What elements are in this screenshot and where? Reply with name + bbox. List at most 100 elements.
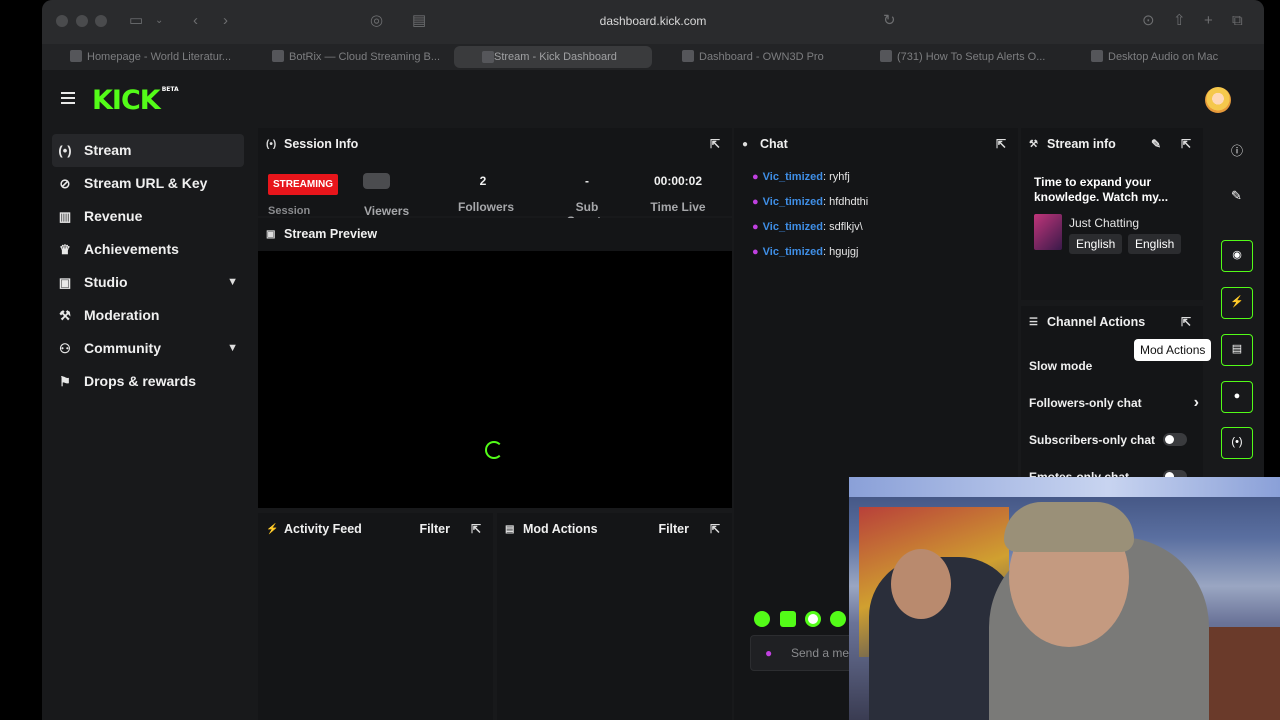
person-right <box>1209 627 1280 720</box>
chat-username[interactable]: Vic_timized <box>763 221 823 233</box>
kick-favicon-icon <box>482 51 494 63</box>
kick-logo[interactable]: KICK BETA <box>92 85 179 116</box>
followers-value: 2 <box>479 174 487 188</box>
tab-youtube-alerts[interactable]: (731) How To Setup Alerts O... <box>880 46 1060 68</box>
category-name[interactable]: Just Chatting <box>1069 216 1139 230</box>
tab-label: BotRix — Cloud Streaming B... <box>289 51 441 63</box>
sidebar-item-drops-rewards[interactable]: ⚑ Drops & rewards <box>52 365 244 398</box>
emote-icon[interactable] <box>780 611 796 627</box>
sidebar-item-achievements[interactable]: ♛ Achievements <box>52 233 244 266</box>
stream-preview-panel: ▣ Stream Preview <box>258 218 732 508</box>
tab-kick-dashboard[interactable]: Stream - Kick Dashboard <box>454 46 652 68</box>
tab-overview-icon[interactable]: ⧉ <box>1232 12 1243 30</box>
sidebar-item-moderation[interactable]: ⚒ Moderation <box>52 299 244 332</box>
quick-action-chat[interactable]: ● <box>1221 381 1253 413</box>
chevron-down-icon[interactable]: ▼ <box>227 332 238 365</box>
tag-chip[interactable]: English <box>1128 234 1182 254</box>
subscribers-only-label: Subscribers-only chat <box>1029 433 1156 447</box>
tab-botrix[interactable]: BotRix — Cloud Streaming B... <box>272 46 447 68</box>
sidebar-item-revenue[interactable]: ▥ Revenue <box>52 200 244 233</box>
tab-desktop-audio[interactable]: Desktop Audio on Mac <box>1091 46 1261 68</box>
bar-chart-icon: ▥ <box>58 209 72 224</box>
favicon-icon <box>272 50 284 62</box>
info-icon[interactable]: ⓘ <box>1231 142 1243 159</box>
emote-icon[interactable] <box>805 611 821 627</box>
chat-username[interactable]: Vic_timized <box>763 196 823 208</box>
chevron-down-icon[interactable]: ▼ <box>227 266 238 299</box>
followers-only-label: Followers-only chat <box>1029 396 1142 410</box>
address-bar[interactable]: dashboard.kick.com <box>42 14 1264 28</box>
tab-bar: Homepage - World Literatur... BotRix — C… <box>42 44 1264 70</box>
tab-own3d[interactable]: Dashboard - OWN3D Pro <box>682 46 857 68</box>
quick-action-camera[interactable]: ◉ <box>1221 240 1253 272</box>
stream-info-panel: ⚒ Stream info ✎ ⇱ Time to expand your knowl… <box>1021 128 1203 300</box>
session-info-panel: (•) Session Info ⇱ STREAMING Session Viewe… <box>258 128 732 228</box>
chat-username[interactable]: Vic_timized <box>763 171 823 183</box>
slow-mode-row[interactable]: Slow mode <box>1029 359 1199 373</box>
document-icon: ▤ <box>505 524 515 535</box>
beta-badge: BETA <box>161 86 179 93</box>
panel-title: Session Info <box>284 137 359 151</box>
sidebar-item-studio[interactable]: ▣ Studio ▼ <box>52 266 244 299</box>
session-label: Session <box>268 205 311 215</box>
popout-icon[interactable]: ⇱ <box>1181 128 1191 161</box>
new-tab-icon[interactable]: + <box>1204 12 1213 30</box>
panel-title: Mod Actions <box>523 522 598 536</box>
favicon-icon <box>1091 50 1103 62</box>
camera-icon: ◉ <box>1232 249 1242 261</box>
popout-icon[interactable]: ⇱ <box>471 513 481 546</box>
emote-icon[interactable] <box>830 611 846 627</box>
popout-icon[interactable]: ⇱ <box>710 513 720 546</box>
quick-action-broadcast[interactable]: (•) <box>1221 427 1253 459</box>
filter-button[interactable]: Filter <box>658 513 689 546</box>
users-icon: ⚇ <box>59 341 71 356</box>
subscribers-only-toggle[interactable] <box>1163 433 1187 446</box>
session-info-header: (•) Session Info ⇱ <box>258 128 732 161</box>
chat-bubble-icon: ● <box>1233 390 1241 402</box>
popout-icon[interactable]: ⇱ <box>1181 306 1191 339</box>
stream-preview-header: ▣ Stream Preview <box>258 218 732 251</box>
broadcast-icon: (•) <box>58 143 72 158</box>
tag-chip[interactable]: English <box>1069 234 1123 254</box>
chat-text: : sdflkjv\ <box>822 221 863 233</box>
sidebar-item-stream-url-key[interactable]: ⊘ Stream URL & Key <box>52 167 244 200</box>
followers-label: Followers <box>458 200 515 214</box>
popout-icon[interactable]: ⇱ <box>996 128 1006 161</box>
quick-action-mod-actions[interactable]: ▤ <box>1221 334 1253 366</box>
panel-title: Activity Feed <box>284 522 362 536</box>
menu-icon[interactable] <box>61 92 75 104</box>
tab-label: Desktop Audio on Mac <box>1108 51 1219 63</box>
edit-icon[interactable]: ✎ <box>1231 188 1242 204</box>
emote-icon[interactable] <box>754 611 770 627</box>
chevron-right-icon[interactable]: › <box>1194 394 1199 412</box>
tab-label: Homepage - World Literatur... <box>87 51 232 63</box>
chat-text: : hfdhdthi <box>822 196 869 208</box>
share-icon[interactable]: ⇧ <box>1173 12 1186 30</box>
subs-value: - <box>585 174 589 188</box>
sidebar-item-community[interactable]: ⚇ Community ▼ <box>52 332 244 365</box>
avatar[interactable] <box>1205 87 1231 113</box>
sidebar-item-label: Achievements <box>84 241 179 257</box>
download-icon[interactable]: ⊙ <box>1142 12 1155 30</box>
edit-icon[interactable]: ✎ <box>1151 128 1161 161</box>
logo-text: KICK <box>92 85 161 116</box>
sidebar-item-stream[interactable]: (•) Stream <box>52 134 244 167</box>
reload-icon[interactable]: ↻ <box>883 12 896 30</box>
chat-message: ● Vic_timized: sdflkjv\ <box>752 221 863 233</box>
sliders-icon: ☰ <box>1029 317 1038 328</box>
sidebar-item-label: Stream <box>84 142 132 158</box>
chat-username[interactable]: Vic_timized <box>763 246 823 258</box>
microphone-icon: ● <box>752 171 759 183</box>
favicon-icon <box>682 50 694 62</box>
popout-icon[interactable]: ⇱ <box>710 128 720 161</box>
film-icon: ▣ <box>58 275 72 290</box>
chat-input-placeholder: Send a me <box>791 646 850 660</box>
quick-action-lightning[interactable]: ⚡ <box>1221 287 1253 319</box>
chat-input[interactable]: ● Send a me <box>750 635 858 671</box>
channel-actions-header: ☰ Channel Actions ⇱ <box>1021 306 1203 339</box>
browser-toolbar: ▭ ⌄ ‹ › ◎ ▤ dashboard.kick.com ↻ ⊙ ⇧ + ⧉ <box>42 0 1264 44</box>
filter-button[interactable]: Filter <box>419 513 450 546</box>
tab-homepage[interactable]: Homepage - World Literatur... <box>70 46 245 68</box>
followers-only-row[interactable]: Followers-only chat › <box>1029 394 1199 412</box>
sidebar-item-label: Studio <box>84 274 128 290</box>
